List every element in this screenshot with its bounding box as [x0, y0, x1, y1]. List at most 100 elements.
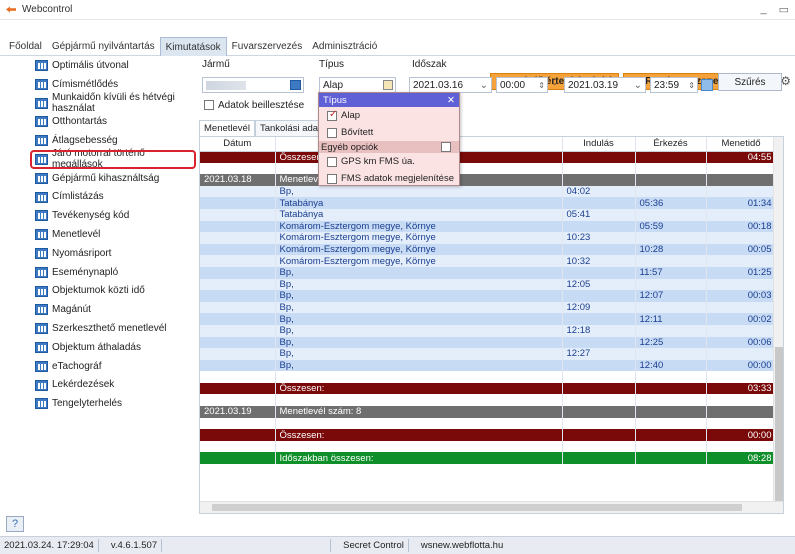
menu-tab-4[interactable]: Adminisztráció [307, 37, 382, 56]
table-row[interactable] [200, 417, 777, 430]
table-row[interactable]: Tatabánya 05:36 01:34 [200, 197, 777, 209]
help-button[interactable]: ? [6, 516, 24, 532]
sidebar-item-2[interactable]: Munkaidőn kívüli és hétvégi használat [4, 92, 198, 114]
table-row[interactable]: Összesen: 00:00 [200, 429, 777, 441]
vehicle-picker-icon[interactable] [290, 80, 301, 90]
table-row[interactable]: 2021.03.18 Menetlevél [200, 174, 777, 186]
cell-place: Tatabánya [275, 208, 563, 221]
maximize-button[interactable]: ▭ [779, 3, 789, 16]
date-from-input[interactable]: 2021.03.16 ⌄ [409, 77, 492, 93]
option-gps-km[interactable]: GPS km FMS úa. [319, 153, 459, 170]
sidebar-item-6[interactable]: Gépjármű kihasználtság [4, 169, 198, 188]
sidebar-item-14[interactable]: Szerkeszthető menetlevél [4, 319, 198, 338]
sidebar-item-7[interactable]: Címlistázás [4, 188, 198, 207]
other-options-group[interactable]: Egyéb opciók [319, 141, 459, 153]
date-to-input[interactable]: 2021.03.19 ⌄ [564, 77, 646, 93]
table-row[interactable]: Bp, 12:07 00:03 [200, 290, 777, 302]
sidebar-item-15[interactable]: Objektum áthaladás [4, 338, 198, 357]
table-row[interactable]: Bp, 12:05 [200, 278, 777, 291]
table-row[interactable]: Bp, 12:09 [200, 301, 777, 314]
cell-date [200, 208, 276, 221]
table-row[interactable]: Komárom-Esztergom megye, Környe 10:23 [200, 232, 777, 244]
cell-arr: 12:07 [635, 290, 707, 302]
table-row[interactable] [200, 162, 777, 175]
chevron-down-icon[interactable]: ⌄ [480, 80, 488, 91]
type-select[interactable]: Alap [319, 77, 396, 93]
status-service: Secret Control [343, 540, 404, 551]
close-icon[interactable]: ✕ [447, 95, 455, 106]
sidebar-item-16[interactable]: eTachográf [4, 357, 198, 376]
cell-date [200, 243, 276, 256]
cell-place: Bp, [275, 301, 563, 314]
sidebar-item-8[interactable]: Tevékenység kód [4, 206, 198, 225]
option-alap[interactable]: ✓ Alap [319, 107, 459, 124]
horizontal-scrollbar[interactable] [200, 501, 783, 513]
spinner-icon[interactable]: ⇕ [538, 81, 545, 90]
cell-arr [635, 406, 707, 418]
sidebar-item-label: Objektumok közti idő [52, 285, 145, 297]
table-row[interactable]: Komárom-Esztergom megye, Környe 05:59 00:1… [200, 220, 777, 233]
chevron-down-icon[interactable]: ⌄ [634, 80, 642, 91]
table-row[interactable]: Összesen: 03:33 [200, 382, 777, 395]
cell-dep [562, 406, 636, 418]
table-row[interactable] [200, 394, 777, 407]
table-row[interactable]: Bp, 12:25 00:06 [200, 336, 777, 349]
table-row[interactable]: Bp, 04:02 [200, 185, 777, 198]
sidebar-item-1[interactable]: Címismétlődés [4, 75, 198, 94]
option-fms-data[interactable]: FMS adatok megjelenítése [319, 170, 459, 187]
table-row[interactable]: Bp, 12:27 [200, 348, 777, 360]
table-row[interactable]: Összesen: 04:55 [200, 151, 777, 163]
table-row[interactable]: Komárom-Esztergom megye, Környe 10:32 [200, 255, 777, 267]
minimize-button[interactable]: _ [760, 3, 766, 16]
sidebar-item-9[interactable]: Menetlevél [4, 225, 198, 244]
table-row[interactable]: Bp, 12:40 00:00 [200, 359, 777, 372]
calendar-icon[interactable] [701, 79, 713, 91]
data-insert-checkbox[interactable]: Adatok beillesztése [204, 100, 304, 111]
table-row[interactable]: Bp, 12:11 00:02 [200, 313, 777, 325]
sidebar-item-18[interactable]: Tengelyterhelés [4, 394, 198, 413]
col-duration[interactable]: Menetidő [706, 137, 777, 152]
table-row[interactable]: Komárom-Esztergom megye, Környe 10:28 00:0… [200, 243, 777, 256]
filter-button[interactable]: Szűrés [718, 73, 782, 91]
menu-tab-1[interactable]: Gépjármű nyilvántartás [47, 37, 160, 56]
time-to-input[interactable]: 23:59 ⇕ [650, 77, 698, 93]
table-row[interactable]: Bp, 12:18 [200, 324, 777, 337]
cell-date [200, 197, 276, 209]
sidebar-item-12[interactable]: Objektumok közti idő [4, 282, 198, 301]
sidebar-item-label: Szerkeszthető menetlevél [52, 323, 167, 335]
sidebar-item-17[interactable]: Lekérdezések [4, 376, 198, 395]
vehicle-input[interactable] [202, 77, 304, 93]
report-grid-icon [35, 135, 48, 147]
sidebar-item-3[interactable]: Otthontartás [4, 112, 198, 131]
col-arrival[interactable]: Érkezés [635, 137, 707, 152]
col-date[interactable]: Dátum [200, 137, 276, 152]
option-bovitett[interactable]: Bővített [319, 124, 459, 141]
tab-menetlevel[interactable]: Menetlevél [199, 120, 255, 136]
vertical-scrollbar[interactable] [773, 137, 783, 503]
table-row[interactable]: Időszakban összesen: 08:28 [200, 452, 777, 465]
menu-tab-3[interactable]: Fuvarszervezés [227, 37, 308, 56]
cell-dep [562, 313, 636, 325]
sidebar-item-13[interactable]: Magánút [4, 300, 198, 319]
dropdown-icon[interactable] [383, 80, 393, 90]
table-row[interactable] [200, 440, 777, 453]
cell-dep: 05:41 [562, 208, 636, 221]
cell-dep [562, 394, 636, 407]
sidebar-item-10[interactable]: Nyomásriport [4, 244, 198, 263]
report-grid-icon [35, 97, 48, 109]
table-row[interactable]: Tatabánya 05:41 [200, 208, 777, 221]
menu-tab-0[interactable]: Főoldal [4, 37, 47, 56]
sidebar-item-0[interactable]: Optimális útvonal [4, 56, 198, 75]
sidebar-item-4[interactable]: Átlagsebesség [4, 131, 198, 150]
time-from-input[interactable]: 00:00 ⇕ [496, 77, 548, 93]
table-row[interactable] [200, 371, 777, 383]
cell-place: Komárom-Esztergom megye, Környe [275, 255, 563, 267]
menu-tab-2[interactable]: Kimutatások [159, 37, 227, 56]
table-row[interactable]: 2021.03.19 Menetlevél szám: 8 [200, 406, 777, 418]
sidebar-item-11[interactable]: Eseménynapló [4, 263, 198, 282]
cell-dep: 12:05 [562, 278, 636, 291]
report-grid-icon [35, 266, 48, 278]
spinner-icon[interactable]: ⇕ [688, 81, 695, 90]
table-row[interactable]: Bp, 11:57 01:25 [200, 266, 777, 279]
col-departure[interactable]: Indulás [562, 137, 636, 152]
